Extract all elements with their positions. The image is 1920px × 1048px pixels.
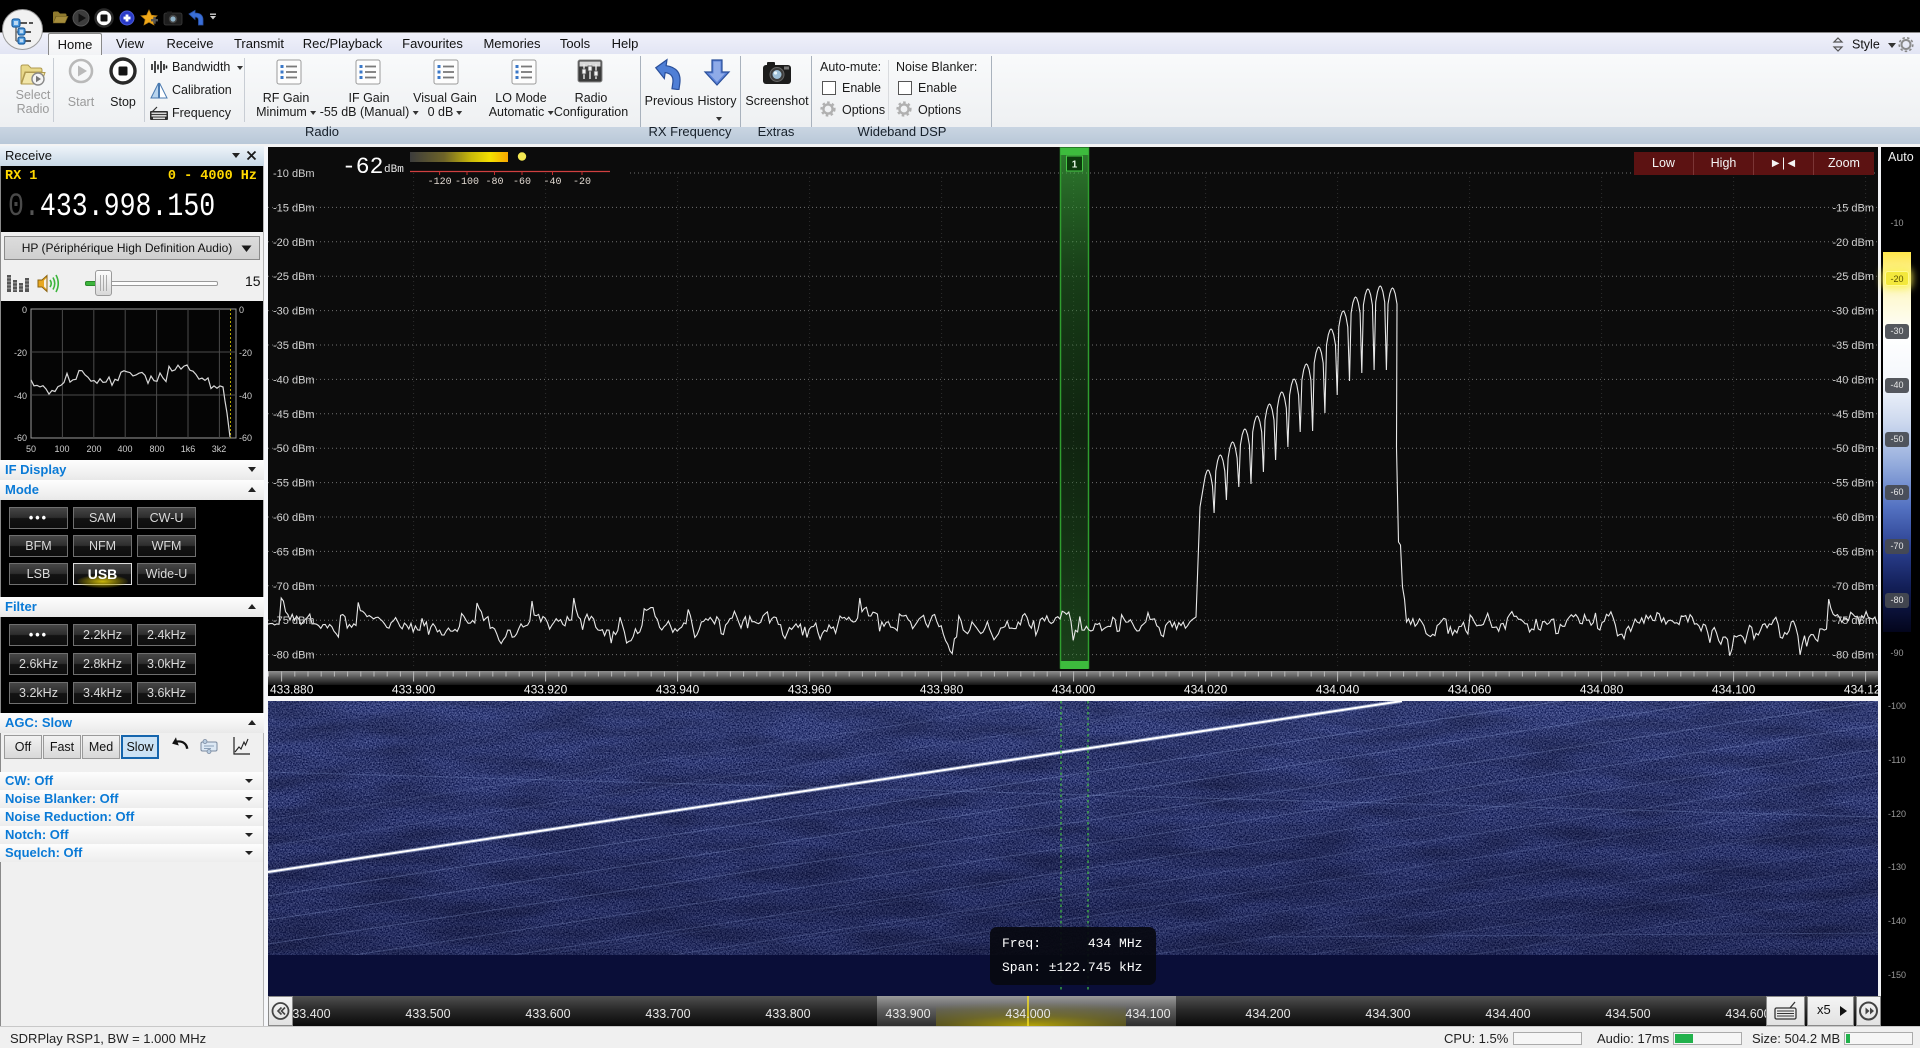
svg-text:-65 dBm: -65 dBm	[1832, 546, 1874, 558]
svg-text:434.060: 434.060	[1448, 683, 1492, 697]
svg-text:-55 dBm: -55 dBm	[273, 478, 315, 490]
svg-text:434.080: 434.080	[1580, 683, 1624, 697]
svg-text:-45 dBm: -45 dBm	[273, 409, 315, 421]
svg-text:-20 dBm: -20 dBm	[273, 237, 315, 249]
svg-text:-15 dBm: -15 dBm	[1832, 202, 1874, 214]
svg-text:-40 dBm: -40 dBm	[273, 374, 315, 386]
svg-text:-120: -120	[428, 177, 452, 188]
svg-text:-40 dBm: -40 dBm	[1832, 374, 1874, 386]
svg-text:434.000: 434.000	[1052, 683, 1096, 697]
svg-text:434.100: 434.100	[1712, 683, 1756, 697]
svg-text:434.040: 434.040	[1316, 683, 1360, 697]
svg-text:-60 dBm: -60 dBm	[1832, 512, 1874, 524]
svg-text:100: 100	[54, 444, 69, 454]
svg-text:400: 400	[117, 444, 132, 454]
svg-text:-62: -62	[342, 154, 383, 180]
svg-text:-10 dBm: -10 dBm	[273, 168, 315, 180]
svg-text:434.000: 434.000	[1005, 1007, 1050, 1021]
svg-text:433.500: 433.500	[405, 1007, 450, 1021]
svg-text:-60: -60	[513, 177, 531, 188]
svg-text:-40: -40	[239, 391, 252, 401]
svg-text:434.100: 434.100	[1125, 1007, 1170, 1021]
svg-text:-65 dBm: -65 dBm	[273, 546, 315, 558]
svg-text:0: 0	[22, 305, 27, 315]
svg-text:-20: -20	[239, 348, 252, 358]
svg-text:-55 dBm: -55 dBm	[1832, 478, 1874, 490]
svg-text:-75 dBm: -75 dBm	[273, 615, 315, 627]
svg-text:-40: -40	[543, 177, 561, 188]
svg-text:-80 dBm: -80 dBm	[273, 650, 315, 662]
svg-text:433.600: 433.600	[525, 1007, 570, 1021]
svg-text:433.940: 433.940	[656, 683, 700, 697]
svg-text:-70 dBm: -70 dBm	[1832, 581, 1874, 593]
svg-text:800: 800	[149, 444, 164, 454]
svg-text:dBm: dBm	[384, 164, 404, 176]
svg-text:-50 dBm: -50 dBm	[273, 443, 315, 455]
svg-text:433.900: 433.900	[885, 1007, 930, 1021]
svg-text:1: 1	[1072, 160, 1078, 171]
svg-text:434.500: 434.500	[1605, 1007, 1650, 1021]
svg-text:-20: -20	[14, 348, 27, 358]
svg-text:0: 0	[239, 305, 244, 315]
svg-text:200: 200	[86, 444, 101, 454]
svg-text:-30 dBm: -30 dBm	[273, 306, 315, 318]
svg-text:-35 dBm: -35 dBm	[1832, 340, 1874, 352]
svg-text:-15 dBm: -15 dBm	[273, 202, 315, 214]
svg-text:-100: -100	[455, 177, 479, 188]
svg-text:434.600: 434.600	[1725, 1007, 1770, 1021]
svg-text:-80: -80	[485, 177, 503, 188]
svg-text:434.300: 434.300	[1365, 1007, 1410, 1021]
svg-text:433.880: 433.880	[270, 683, 314, 697]
svg-text:433.700: 433.700	[645, 1007, 690, 1021]
svg-text:-30 dBm: -30 dBm	[1832, 306, 1874, 318]
svg-text:-80 dBm: -80 dBm	[1832, 650, 1874, 662]
svg-text:-50 dBm: -50 dBm	[1832, 443, 1874, 455]
svg-text:433.900: 433.900	[392, 683, 436, 697]
svg-text:-35 dBm: -35 dBm	[273, 340, 315, 352]
svg-text:434.400: 434.400	[1485, 1007, 1530, 1021]
svg-text:433.800: 433.800	[765, 1007, 810, 1021]
svg-text:-60 dBm: -60 dBm	[273, 512, 315, 524]
svg-text:1k6: 1k6	[181, 444, 196, 454]
svg-text:-60: -60	[14, 433, 27, 443]
svg-text:-20: -20	[573, 177, 591, 188]
svg-text:433.920: 433.920	[524, 683, 568, 697]
svg-text:50: 50	[26, 444, 36, 454]
svg-text:-60: -60	[239, 433, 252, 443]
svg-text:434.200: 434.200	[1245, 1007, 1290, 1021]
svg-text:-40: -40	[14, 391, 27, 401]
svg-text:-70 dBm: -70 dBm	[273, 581, 315, 593]
svg-text:434.020: 434.020	[1184, 683, 1228, 697]
svg-text:-25 dBm: -25 dBm	[1832, 271, 1874, 283]
svg-text:-45 dBm: -45 dBm	[1832, 409, 1874, 421]
svg-text:3k2: 3k2	[212, 444, 227, 454]
svg-text:433.960: 433.960	[788, 683, 832, 697]
svg-text:434.120: 434.120	[1844, 683, 1878, 697]
svg-text:-25 dBm: -25 dBm	[273, 271, 315, 283]
svg-text:-75 dBm: -75 dBm	[1832, 615, 1874, 627]
svg-text:433.980: 433.980	[920, 683, 964, 697]
svg-text:-20 dBm: -20 dBm	[1832, 237, 1874, 249]
